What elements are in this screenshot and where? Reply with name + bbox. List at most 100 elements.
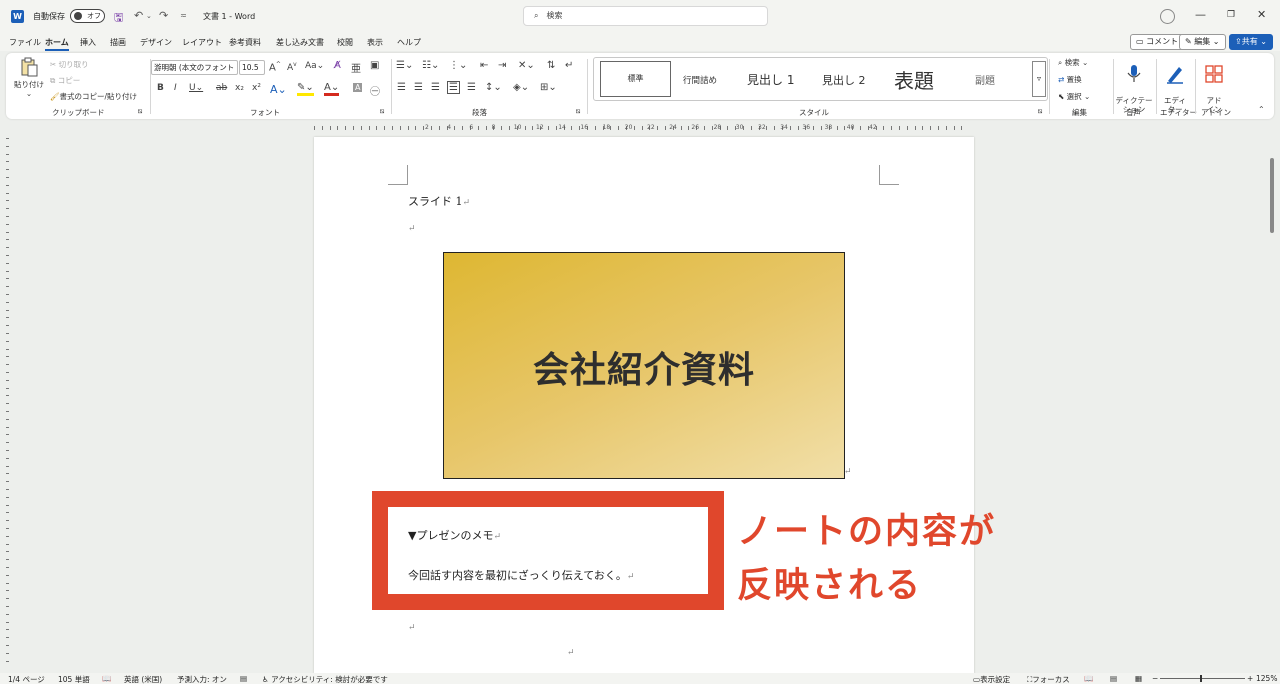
borders-icon[interactable]: ⊞⌄ — [540, 82, 557, 93]
font-size-select[interactable]: 10.5 — [239, 60, 265, 75]
tab-view[interactable]: 表示 — [367, 37, 383, 48]
justify-icon[interactable]: ☰ — [447, 81, 460, 94]
show-formatting-marks-icon[interactable]: ↵ — [565, 60, 573, 71]
zoom-level[interactable]: 125% — [1256, 674, 1277, 683]
bold-icon[interactable]: B — [157, 83, 164, 93]
superscript-icon[interactable]: x² — [252, 83, 261, 93]
grow-font-icon[interactable]: A^ — [269, 61, 281, 73]
addins-button[interactable]: アド イン — [1198, 55, 1230, 114]
style-no-spacing[interactable]: 行間詰め — [683, 74, 717, 86]
strikethrough-icon[interactable]: ab — [216, 83, 227, 93]
customize-toolbar-icon[interactable]: ≂ — [180, 11, 187, 20]
dialog-launcher-icon[interactable]: ⧅ — [576, 107, 580, 116]
scrollbar-thumb[interactable] — [1270, 158, 1274, 233]
highlight-icon[interactable]: ✎⌄ — [297, 83, 314, 96]
style-title[interactable]: 表題 — [894, 65, 934, 94]
heading-paragraph[interactable]: スライド 1↵ — [408, 193, 470, 209]
style-subtitle[interactable]: 副題 — [975, 72, 995, 87]
page-count[interactable]: 1/4 ページ — [8, 674, 45, 684]
shrink-font-icon[interactable]: Av — [287, 61, 297, 73]
dictate-button[interactable]: ディクテー ション — [1114, 55, 1154, 114]
tab-mailings[interactable]: 差し込み文書 — [276, 37, 324, 48]
maximize-icon[interactable]: ❐ — [1227, 10, 1235, 20]
tab-design[interactable]: デザイン — [140, 37, 172, 48]
zoom-slider[interactable] — [1160, 675, 1245, 682]
clear-formatting-icon[interactable]: A̸ — [334, 60, 341, 71]
replace-button[interactable]: ⇄ 置換 — [1058, 74, 1082, 85]
search-input[interactable]: ⌕ 検索 — [523, 6, 768, 26]
tab-draw[interactable]: 描画 — [110, 37, 126, 48]
autosave-toggle[interactable]: オフ — [70, 9, 105, 23]
multilevel-list-icon[interactable]: ⋮⌄ — [449, 60, 467, 71]
asian-layout-icon[interactable]: ✕⌄ — [518, 60, 535, 71]
style-normal[interactable]: 標準 — [600, 61, 671, 97]
character-shading-icon[interactable]: A — [353, 83, 363, 92]
focus-button[interactable]: ⛶フォーカス — [1027, 674, 1070, 684]
undo-icon[interactable]: ↶ — [134, 9, 143, 22]
subscript-icon[interactable]: x₂ — [235, 83, 244, 93]
comment-button[interactable]: ▭ コメント — [1130, 34, 1185, 50]
align-left-icon[interactable]: ☰ — [397, 82, 406, 93]
phonetic-guide-icon[interactable]: 亜 — [351, 60, 361, 75]
character-border-icon[interactable]: ㊀ — [370, 83, 380, 98]
zoom-out-icon[interactable]: − — [1152, 674, 1158, 683]
align-center-icon[interactable]: ☰ — [414, 82, 423, 93]
tab-layout[interactable]: レイアウト — [182, 37, 222, 48]
share-button[interactable]: ⇪共有 ⌄ — [1229, 34, 1273, 50]
dialog-launcher-icon[interactable]: ⧅ — [380, 107, 384, 116]
format-painter-button[interactable]: 🖌書式のコピー/貼り付け — [50, 91, 137, 102]
tab-insert[interactable]: 挿入 — [80, 37, 96, 48]
style-heading-1[interactable]: 見出し 1 — [747, 71, 794, 88]
language-status[interactable]: 英語 (米国) — [124, 674, 162, 684]
change-case-icon[interactable]: Aa⌄ — [305, 61, 324, 71]
display-settings-button[interactable]: ▭表示設定 — [973, 674, 1010, 684]
minimize-icon[interactable]: — — [1195, 8, 1206, 21]
word-app-icon[interactable]: W — [11, 10, 24, 23]
font-color-icon[interactable]: A⌄ — [324, 83, 340, 96]
read-mode-icon[interactable]: 📖 — [1084, 674, 1093, 683]
select-button[interactable]: ⬉ 選択 ⌄ — [1058, 91, 1090, 102]
find-button[interactable]: ⌕ 検索 ⌄ — [1058, 57, 1088, 68]
italic-icon[interactable]: I — [174, 83, 177, 93]
tab-references[interactable]: 参考資料 — [229, 37, 261, 48]
accessibility-status[interactable]: ♿ アクセシビリティ: 検討が必要です — [262, 674, 388, 684]
style-heading-2[interactable]: 見出し 2 — [822, 72, 866, 88]
track-changes-icon[interactable]: ▤ — [240, 674, 247, 683]
numbering-icon[interactable]: ☷⌄ — [422, 60, 439, 71]
collapse-ribbon-icon[interactable]: ⌃ — [1258, 105, 1265, 114]
editing-mode-button[interactable]: ✎ 編集 ⌄ — [1179, 34, 1226, 50]
shading-icon[interactable]: ◈⌄ — [513, 82, 529, 93]
tab-file[interactable]: ファイル — [9, 37, 41, 48]
predictive-input-status[interactable]: 予測入力: オン — [177, 674, 227, 684]
editor-button[interactable]: エディ ター — [1159, 55, 1191, 114]
print-layout-icon[interactable]: ▤ — [1110, 674, 1117, 683]
dialog-launcher-icon[interactable]: ⧅ — [1038, 107, 1042, 116]
web-layout-icon[interactable]: ▦ — [1135, 674, 1142, 683]
dialog-launcher-icon[interactable]: ⧅ — [138, 107, 142, 116]
font-name-select[interactable]: 游明朝 (本文のフォント — [151, 60, 238, 75]
redo-icon[interactable]: ↷ — [159, 9, 168, 22]
save-icon[interactable]: 🖫 — [114, 9, 123, 28]
close-icon[interactable]: ✕ — [1257, 8, 1266, 21]
distributed-icon[interactable]: ☰ — [467, 82, 476, 93]
bullets-icon[interactable]: ☰⌄ — [396, 60, 413, 71]
tab-home[interactable]: ホーム — [45, 37, 69, 51]
account-avatar[interactable] — [1160, 9, 1175, 24]
tab-review[interactable]: 校閲 — [337, 37, 353, 48]
enclose-character-icon[interactable]: ▣ — [370, 60, 379, 71]
vertical-scrollbar[interactable] — [1268, 140, 1276, 670]
zoom-in-icon[interactable]: + — [1247, 674, 1253, 683]
paste-button[interactable]: 貼り付け ⌄ — [12, 57, 46, 98]
zoom-slider-knob[interactable] — [1200, 675, 1202, 682]
undo-dropdown-icon[interactable]: ⌄ — [146, 12, 152, 20]
horizontal-ruler[interactable]: 2 4 6 8 10 12 14 16 18 20 22 24 26 28 30 32 34 36 38 40 42 — [314, 124, 974, 132]
styles-more-icon[interactable]: ▿ — [1032, 61, 1046, 97]
tab-help[interactable]: ヘルプ — [397, 37, 421, 48]
sort-icon[interactable]: ⇅ — [547, 60, 555, 71]
vertical-ruler[interactable] — [3, 138, 12, 673]
text-effects-icon[interactable]: A⌄ — [270, 83, 287, 96]
decrease-indent-icon[interactable]: ⇤ — [480, 60, 488, 71]
slide-thumbnail[interactable]: 会社紹介資料 — [443, 252, 845, 479]
copy-button[interactable]: ⧉ コピー — [50, 75, 80, 86]
align-right-icon[interactable]: ☰ — [431, 82, 440, 93]
